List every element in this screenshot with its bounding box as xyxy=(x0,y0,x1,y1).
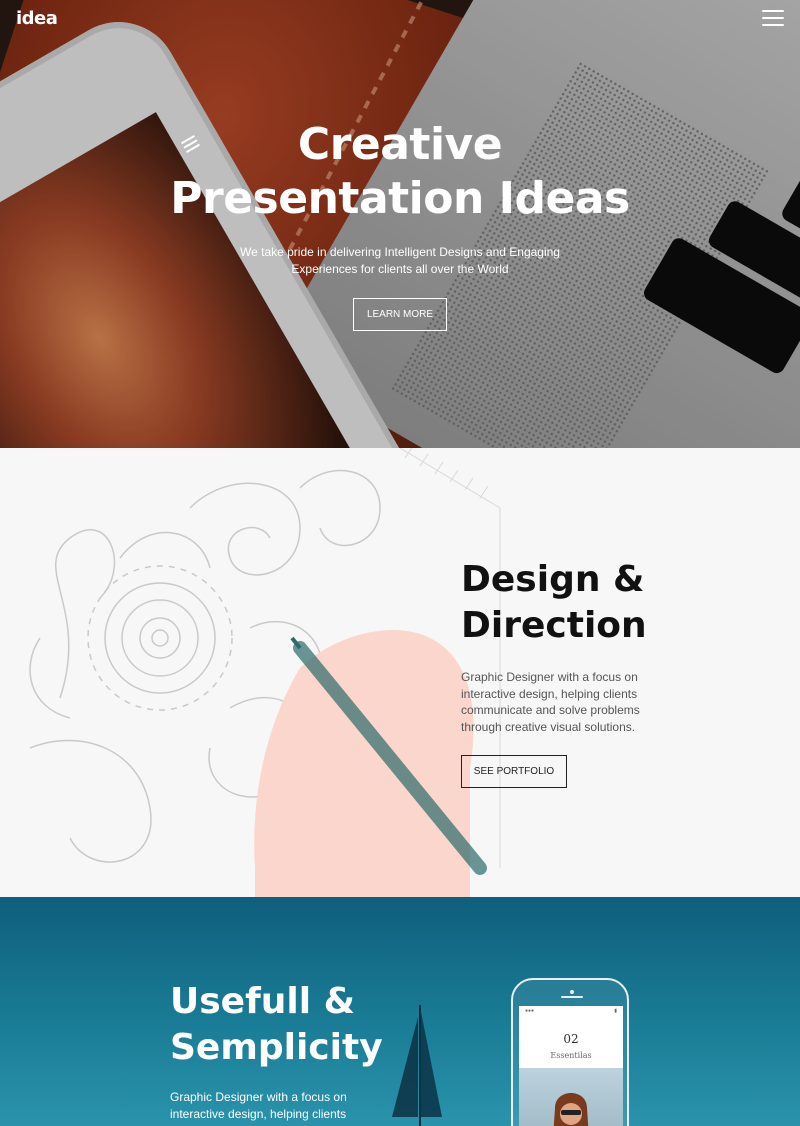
hero-subtitle-line1: We take pride in delivering Intelligent … xyxy=(240,245,560,259)
hero-section: esc ! Q idea Creative Presentation Ideas… xyxy=(0,0,800,448)
design-description-line: interactive design, helping clients xyxy=(461,686,638,701)
useful-title-line1: Usefull & xyxy=(170,981,355,1022)
useful-description-line: Graphic Designer with a focus on xyxy=(170,1090,347,1104)
sailboat-illustration xyxy=(392,1005,442,1126)
design-title-line1: Design & xyxy=(461,559,645,600)
phone-speaker xyxy=(561,996,583,998)
phone-camera-icon xyxy=(570,990,574,994)
phone-screen-label: Essentilas xyxy=(550,1051,592,1060)
useful-section: Usefull & Semplicity Graphic Designer wi… xyxy=(0,897,800,1126)
see-portfolio-button[interactable]: SEE PORTFOLIO xyxy=(461,755,567,788)
hero-title: Creative Presentation Ideas xyxy=(0,118,800,226)
hand-with-pen xyxy=(254,629,487,897)
woman-portrait-image xyxy=(553,1093,589,1126)
learn-more-button[interactable]: LEARN MORE xyxy=(353,298,447,331)
design-description-line: communicate and solve problems xyxy=(461,703,640,717)
phone-status-bar: ●●● ▮ xyxy=(525,1008,617,1014)
design-description: Graphic Designer with a focus on interac… xyxy=(461,669,671,735)
design-description-line: Graphic Designer with a focus on xyxy=(461,670,638,684)
useful-description-line: interactive design, helping clients xyxy=(170,1106,347,1121)
phone-screen-number: 02 xyxy=(563,1032,579,1046)
useful-title: Usefull & Semplicity xyxy=(170,979,383,1071)
useful-title-line2: Semplicity xyxy=(170,1027,383,1068)
design-title: Design & Direction xyxy=(461,557,647,649)
phone-mockup: ●●● ▮ 02 Essentilas xyxy=(511,978,629,1126)
design-title-line2: Direction xyxy=(461,605,647,646)
hero-title-line2: Presentation Ideas xyxy=(170,173,630,224)
hamburger-menu-icon[interactable] xyxy=(762,10,784,26)
hero-subtitle-line2: Experiences for clients all over the Wor… xyxy=(291,262,509,276)
hero-subtitle: We take pride in delivering Intelligent … xyxy=(0,244,800,278)
useful-description: Graphic Designer with a focus on interac… xyxy=(170,1089,360,1122)
hero-title-line1: Creative xyxy=(297,119,503,170)
design-description-line: through creative visual solutions. xyxy=(461,719,636,734)
mandala-doodle-illustration xyxy=(29,448,501,897)
brand-logo[interactable]: idea xyxy=(16,8,58,29)
phone-screen-photo xyxy=(519,1068,623,1126)
phone-mockup-screen: ●●● ▮ 02 Essentilas xyxy=(519,1006,623,1126)
design-section: Design & Direction Graphic Designer with… xyxy=(0,448,800,897)
